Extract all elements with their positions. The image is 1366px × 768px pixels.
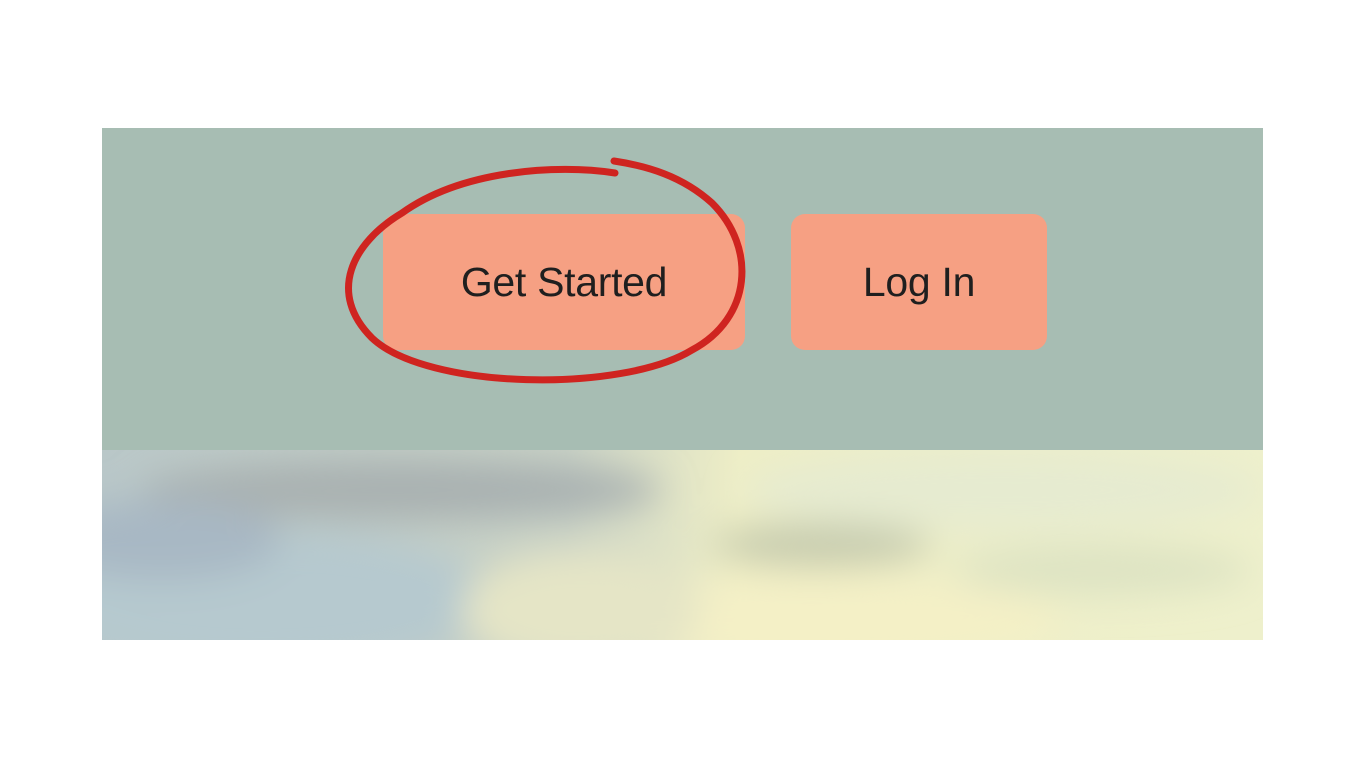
login-button[interactable]: Log In bbox=[791, 214, 1047, 350]
header-bar: Get Started Log In bbox=[102, 128, 1263, 450]
get-started-button[interactable]: Get Started bbox=[383, 214, 745, 350]
hero-background-image bbox=[102, 450, 1263, 640]
app-viewport: Get Started Log In bbox=[102, 128, 1263, 640]
